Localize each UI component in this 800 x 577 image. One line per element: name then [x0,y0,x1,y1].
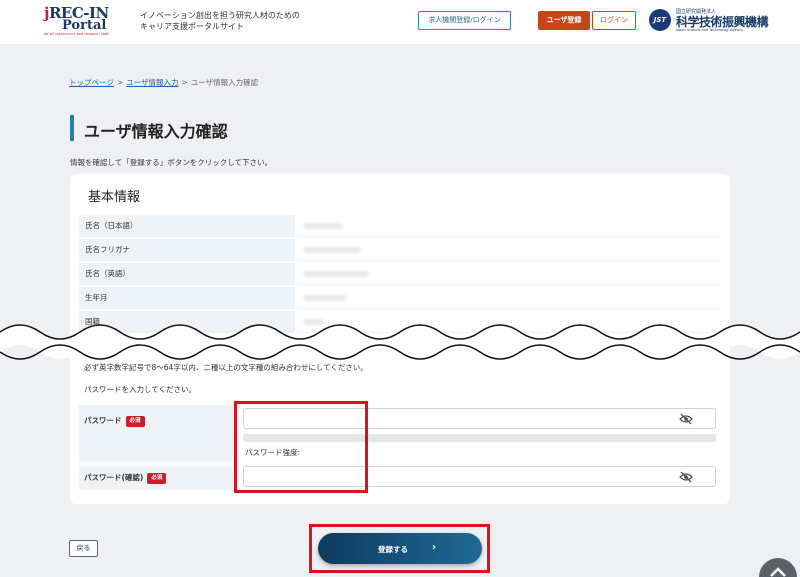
org-login-button[interactable]: 求人機関登録/ログイン [418,11,511,30]
scroll-to-top-button[interactable] [759,558,797,577]
page-title: ユーザ情報入力確認 [84,122,228,141]
logo-subtitle: for all researchers and research staff [44,32,109,36]
instruction-text: 情報を確認して「登録する」ボタンをクリックして下さい。 [70,158,273,167]
info-row-name-kana: 氏名フリガナ [79,239,721,261]
info-label: 氏名（日本語） [79,215,295,237]
highlight-box-submit [309,524,490,573]
info-row-birth: 生年月 [79,287,721,309]
required-badge: 必須 [147,472,167,484]
logo-text-bottom: Portal [62,18,107,33]
password-rule-note: 必ず英字数字記号で8〜64字以内、二種以上の文字種の組み合わせにしてください。 [84,363,368,372]
eye-slash-icon[interactable] [679,413,693,425]
required-badge: 必須 [125,415,145,427]
info-value-masked [297,239,721,261]
password-label: パスワード 必須 [84,415,145,427]
info-label: 生年月 [79,287,295,309]
info-value-masked [297,215,721,237]
password-label-cell: パスワード 必須 [79,405,233,462]
info-value-masked [297,263,721,285]
jst-english-name: Japan Science and Technology Agency [676,28,743,32]
password-confirm-label: パスワード(確認) 必須 [84,472,167,484]
info-value-masked [297,287,721,309]
title-accent-bar [70,115,74,141]
section-title-basic-info: 基本情報 [88,190,141,205]
highlight-box-password [234,401,368,493]
eye-slash-icon[interactable] [679,471,693,483]
password-confirm-label-cell: パスワード(確認) 必須 [79,466,233,490]
site-header: jREC-IN Portal for all researchers and r… [0,0,800,44]
breadcrumb-input-link[interactable]: ユーザ情報入力 [126,78,178,87]
breadcrumb-home-link[interactable]: トップページ [69,78,114,87]
chevron-up-icon [770,567,786,577]
info-row-name-ja: 氏名（日本語） [79,215,721,237]
info-label: 氏名フリガナ [79,239,295,261]
info-row-name-en: 氏名（英語） [79,263,721,285]
password-prompt-note: パスワードを入力してください。 [84,385,197,394]
jrec-in-logo[interactable]: jREC-IN Portal for all researchers and r… [44,4,116,38]
breadcrumb-current: ユーザ情報入力確認 [190,78,259,87]
breadcrumb: トップページ > ユーザ情報入力 > ユーザ情報入力確認 [69,78,259,87]
back-button[interactable]: 戻る [69,540,98,557]
site-tagline: イノベーション創出を担う研究人材のための キャリア支援ポータルサイト [140,11,300,31]
info-label: 氏名（英語） [79,263,295,285]
jst-logo-icon[interactable]: JST [649,9,671,31]
user-register-button[interactable]: ユーザ登録 [538,11,590,30]
login-button[interactable]: ログイン [592,11,636,30]
